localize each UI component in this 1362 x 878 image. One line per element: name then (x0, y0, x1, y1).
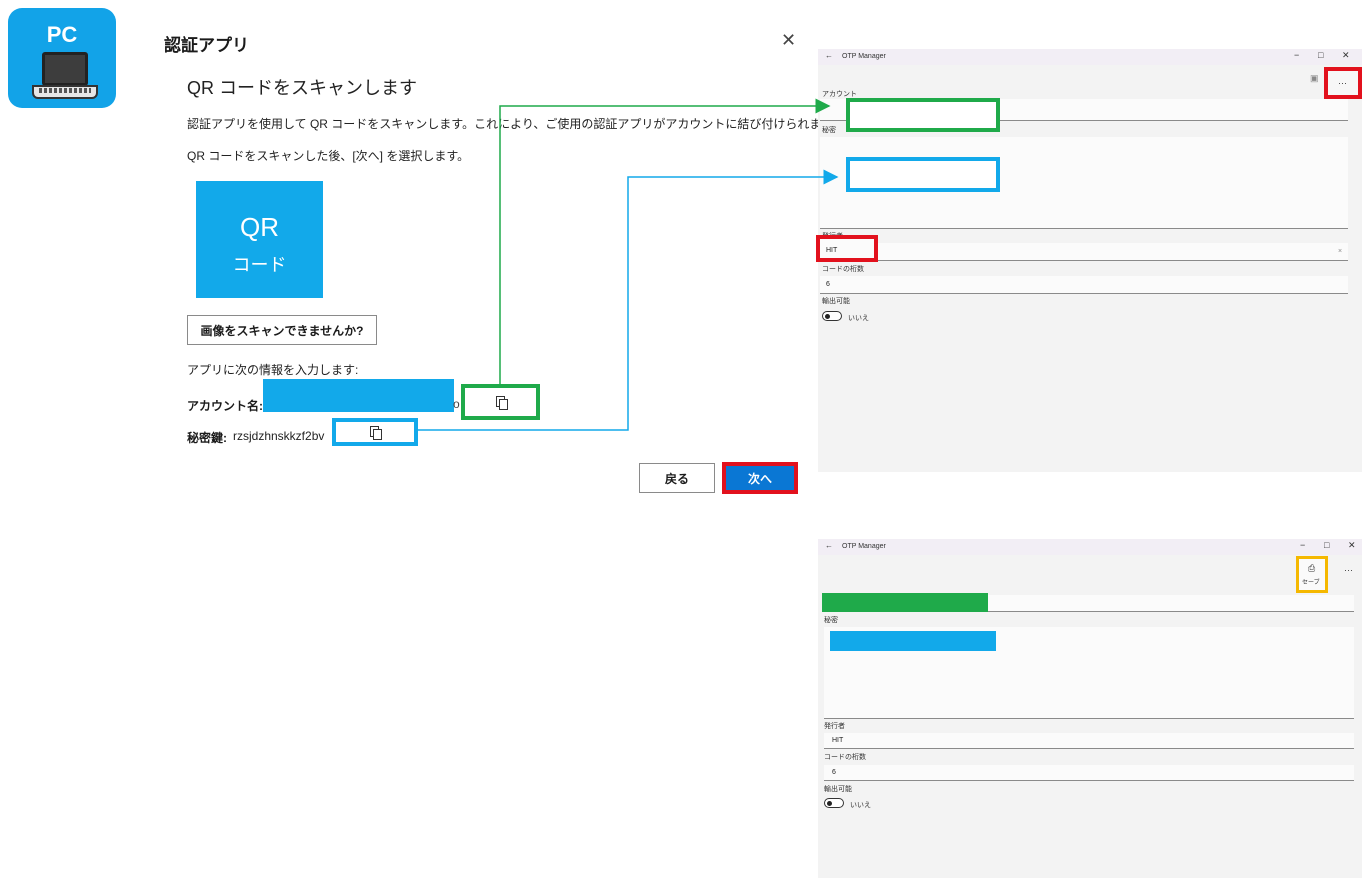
account-name-label: アカウント名: (187, 399, 263, 413)
save-icon: ⎙ (1308, 563, 1316, 573)
digits-label: コードの桁数 (822, 266, 864, 273)
digits-label: コードの桁数 (824, 754, 866, 761)
dialog-instruction: QR コードをスキャンした後、[次へ] を選択します。 (187, 149, 470, 163)
otp-manager-window-bottom: ← OTP Manager − □ ✕ ⎙ セーブ ··· 秘密 発行者 HIT… (818, 539, 1362, 878)
issuer-input[interactable]: HIT (824, 733, 1354, 749)
maximize-icon[interactable]: □ (1324, 540, 1329, 550)
issuer-input[interactable] (820, 243, 1348, 261)
pc-badge-label: PC (46, 22, 78, 47)
account-filled-value (822, 593, 988, 612)
back-button[interactable]: 戻る (639, 463, 715, 493)
digits-value: 6 (826, 281, 830, 288)
issuer-value: HIT (832, 737, 844, 744)
close-window-icon[interactable]: ✕ (1342, 50, 1350, 61)
save-button[interactable]: ⎙ セーブ (1296, 556, 1328, 593)
exportable-toggle-text: いいえ (850, 802, 871, 809)
enter-info-text: アプリに次の情報を入力します: (187, 363, 359, 377)
title-bar: ← OTP Manager − □ ✕ (818, 49, 1362, 65)
secret-label: 秘密 (824, 617, 838, 624)
qr-code-placeholder: QR コード (196, 181, 323, 298)
exportable-toggle[interactable] (822, 311, 842, 321)
issuer-label: 発行者 (824, 723, 845, 730)
save-label: セーブ (1302, 580, 1320, 586)
exportable-toggle[interactable] (824, 798, 844, 808)
close-window-icon[interactable]: ✕ (1348, 540, 1356, 551)
clear-icon[interactable]: × (1338, 248, 1342, 255)
dialog-description: 認証アプリを使用して QR コードをスキャンします。これにより、ご使用の認証アプ… (187, 117, 845, 131)
dialog-heading: QR コードをスキャンします (187, 78, 417, 98)
account-name-redaction (263, 379, 454, 412)
copy-secret-button[interactable] (332, 418, 418, 446)
window-title: OTP Manager (842, 53, 886, 60)
save-icon[interactable]: ▣ (1310, 73, 1319, 84)
cant-scan-button[interactable]: 画像をスキャンできませんか? (187, 315, 377, 345)
back-arrow-icon[interactable]: ← (825, 541, 833, 550)
issuer-highlight: HIT (816, 235, 878, 262)
dialog-title: 認証アプリ (164, 36, 249, 55)
more-icon: ··· (1338, 78, 1347, 88)
copy-icon (495, 396, 508, 410)
minimize-icon[interactable]: − (1294, 50, 1299, 60)
digits-input[interactable]: 6 (824, 765, 1354, 781)
secret-key-value: rzsjdzhnskkzf2bv (233, 429, 325, 443)
secret-label: 秘密 (822, 127, 836, 134)
minimize-icon[interactable]: − (1300, 540, 1305, 550)
title-bar: ← OTP Manager − □ ✕ (818, 539, 1362, 555)
otp-manager-window-top: ← OTP Manager − □ ✕ ▣ ··· アカウント 秘密 発行者 H… (816, 49, 1362, 472)
copy-icon (370, 426, 382, 440)
secret-key-label: 秘密鍵: (187, 431, 227, 445)
account-paste-target (846, 98, 1000, 132)
more-icon[interactable]: ··· (1344, 565, 1353, 575)
qr-sublabel: コード (232, 255, 287, 275)
account-connector-arrow (499, 98, 831, 384)
next-button[interactable]: 次へ (722, 462, 798, 494)
pc-badge: PC (8, 8, 116, 108)
maximize-icon[interactable]: □ (1318, 50, 1323, 60)
laptop-keys (39, 88, 91, 93)
back-arrow-icon[interactable]: ← (825, 51, 833, 60)
secret-paste-target (846, 157, 1000, 192)
digits-input[interactable]: 6 (820, 276, 1348, 294)
exportable-toggle-text: いいえ (848, 315, 869, 322)
close-icon[interactable]: ✕ (781, 30, 796, 51)
exportable-label: 輸出可能 (824, 786, 852, 793)
laptop-icon (42, 52, 88, 86)
issuer-value: HIT (826, 247, 838, 254)
account-name-tail: o (453, 397, 460, 411)
more-button[interactable]: ··· (1324, 67, 1362, 99)
digits-value: 6 (832, 769, 836, 776)
secret-filled-value (830, 631, 996, 651)
exportable-label: 輸出可能 (822, 298, 850, 305)
window-title: OTP Manager (842, 543, 886, 550)
qr-label: QR (240, 212, 279, 242)
copy-account-button[interactable] (461, 384, 540, 420)
